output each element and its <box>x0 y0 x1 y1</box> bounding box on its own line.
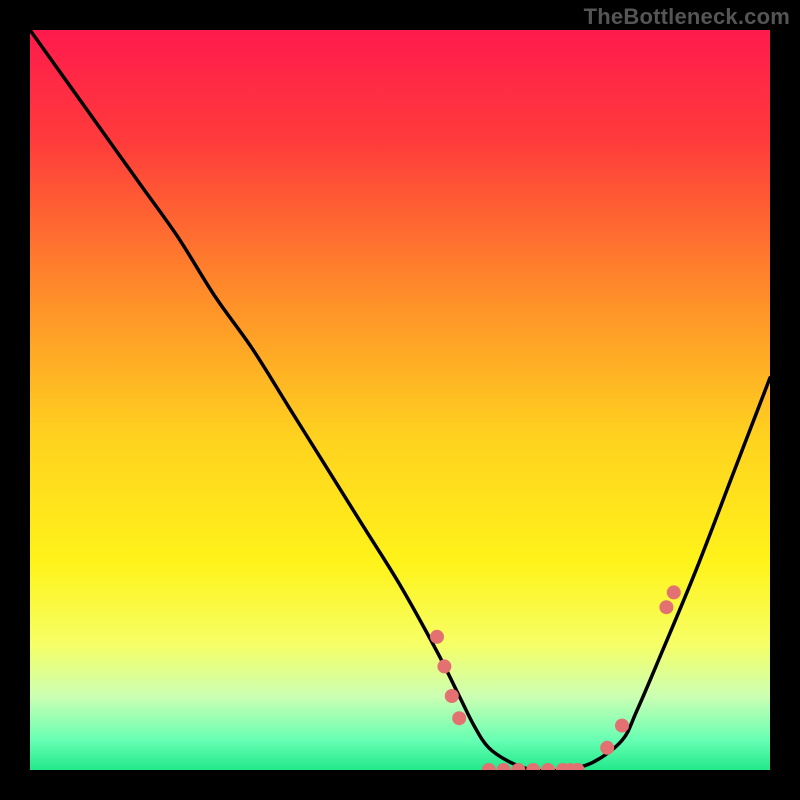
data-marker <box>445 689 459 703</box>
data-marker <box>526 763 540 770</box>
data-marker <box>615 719 629 733</box>
data-marker <box>600 741 614 755</box>
data-marker <box>452 711 466 725</box>
plot-area <box>30 30 770 770</box>
data-marker <box>667 585 681 599</box>
data-marker <box>497 763 511 770</box>
marker-group <box>430 585 681 770</box>
data-marker <box>430 630 444 644</box>
data-marker <box>437 659 451 673</box>
data-marker <box>541 763 555 770</box>
chart-frame: TheBottleneck.com <box>0 0 800 800</box>
curve-layer <box>30 30 770 770</box>
watermark-text: TheBottleneck.com <box>584 4 790 30</box>
data-marker <box>659 600 673 614</box>
bottleneck-curve <box>30 30 770 770</box>
data-marker <box>482 763 496 770</box>
